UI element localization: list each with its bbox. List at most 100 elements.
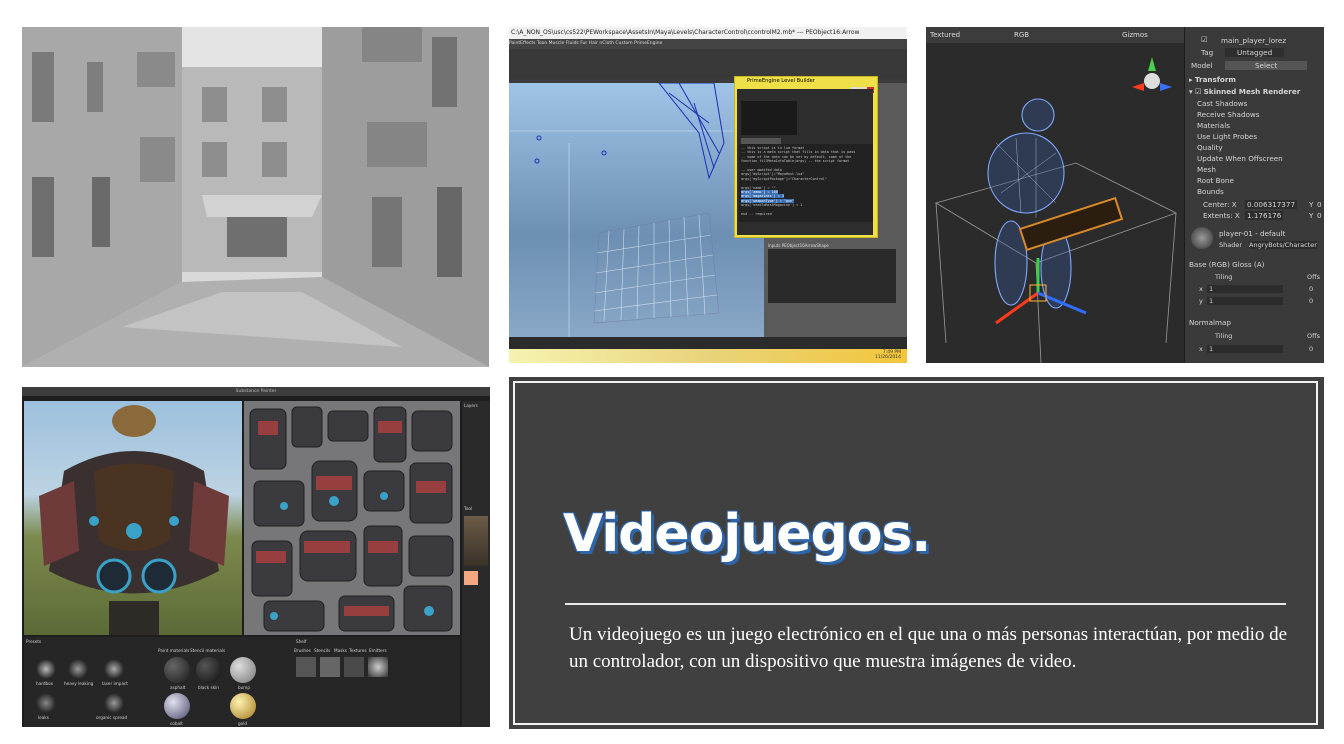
maya-viewport[interactable] xyxy=(509,82,764,337)
prop-quality: Quality xyxy=(1197,143,1223,152)
brush-preview[interactable] xyxy=(104,659,124,679)
normal-tiling-x-field[interactable]: 1 xyxy=(1207,345,1284,353)
windows-taskbar xyxy=(509,349,907,363)
presets-label: Presets xyxy=(26,639,42,644)
active-checkbox[interactable]: ☑ xyxy=(1201,35,1207,44)
material-tab-paint[interactable]: Paint materials xyxy=(158,648,189,653)
gizmos-dropdown[interactable]: Gizmos xyxy=(1122,31,1148,39)
server-list[interactable] xyxy=(741,101,797,135)
presets-and-shelf-panel: Presets Shelf Paint materials Stencil ma… xyxy=(24,637,460,727)
tiling-x-field[interactable]: 1 xyxy=(1207,285,1284,293)
normal-x-label: x xyxy=(1199,345,1203,353)
tool-label: Tool xyxy=(464,506,473,511)
channel-dropdown[interactable]: RGB xyxy=(1014,31,1029,39)
brush-label: leaks xyxy=(38,715,49,720)
shelf-label: Shelf xyxy=(296,639,307,644)
color-swatch[interactable] xyxy=(464,571,478,585)
material-tab-stencil[interactable]: Stencil materials xyxy=(190,648,225,653)
brush-label: heavy leaking xyxy=(64,681,94,686)
material-sphere-icon xyxy=(1191,227,1213,249)
base-texture-label: Base (RGB) Gloss (A) xyxy=(1189,260,1265,269)
lua-script-editor[interactable]: -- this script is in lua format -- this … xyxy=(739,144,873,222)
character-drawing xyxy=(39,405,229,635)
extents-y-field[interactable]: 0 xyxy=(1317,211,1322,220)
shader-label: Shader xyxy=(1219,241,1243,249)
offset-x-field[interactable]: 0 xyxy=(1309,285,1313,293)
scene-toolbar: Textured RGB Gizmos xyxy=(926,27,1184,43)
code-line: args['myScript']="MayaHost.lua" xyxy=(741,172,805,177)
prop-cast-shadows: Cast Shadows xyxy=(1197,99,1248,108)
uv-islands-drawing xyxy=(249,406,454,632)
shelf-tab-masks[interactable]: Masks xyxy=(334,648,347,653)
shelf-tab-brushes[interactable]: Brushes xyxy=(294,648,311,653)
normalmap-label: Normalmap xyxy=(1189,318,1231,327)
shelf-thumbnail[interactable] xyxy=(320,657,340,677)
material-ball[interactable] xyxy=(230,693,256,719)
code-line: args['ammo'] = 100 xyxy=(741,190,778,195)
transform-label: Transform xyxy=(1194,75,1236,84)
alley-render-drawing xyxy=(22,27,489,367)
center-y-field[interactable]: 0 xyxy=(1317,200,1322,209)
inspector-panel: ☑ main_player_lorez Tag Untagged Model S… xyxy=(1185,27,1324,363)
maya-menu-text: PaintEffects Toon Muscle Fluids Fur Hair… xyxy=(509,41,663,46)
normal-offset-x-field[interactable]: 0 xyxy=(1309,345,1313,353)
model-select-button[interactable]: Select xyxy=(1225,61,1308,70)
painted-character-viewport[interactable] xyxy=(24,401,242,635)
card-body-text: Un videojuego es un juego electrónico en… xyxy=(569,624,1288,672)
window-controls[interactable] xyxy=(851,78,875,93)
tag-dropdown[interactable]: Untagged xyxy=(1225,48,1285,57)
material-label: gold xyxy=(238,721,248,726)
prop-bounds: Bounds xyxy=(1197,187,1224,196)
layers-panel[interactable]: Layers Tool xyxy=(462,401,490,727)
shelf-tab-stencils[interactable]: Stencils xyxy=(314,648,330,653)
shader-dropdown[interactable]: AngryBots/Character xyxy=(1249,241,1317,249)
renderer-label: Skinned Mesh Renderer xyxy=(1203,87,1301,96)
maya-grid-drawing xyxy=(509,82,764,337)
material-label: black skin xyxy=(198,685,219,690)
tiling-y-field[interactable]: 1 xyxy=(1207,297,1284,305)
offset-y-field[interactable]: 0 xyxy=(1309,297,1313,305)
tag-label: Tag xyxy=(1201,48,1214,57)
transform-header[interactable]: ▸ Transform xyxy=(1189,75,1236,84)
renderer-header[interactable]: ▾ ☑ Skinned Mesh Renderer xyxy=(1189,87,1300,96)
shelf-thumbnail[interactable] xyxy=(368,657,388,677)
center-x-field[interactable]: 0.006317377 xyxy=(1245,200,1298,209)
brush-preview[interactable] xyxy=(36,659,56,679)
material-ball[interactable] xyxy=(230,657,256,683)
center-y-label: Y xyxy=(1309,200,1314,209)
scene-view[interactable] xyxy=(926,43,1184,363)
code-line: -- user modifed data xyxy=(741,168,782,173)
normal-tiling-label: Tiling xyxy=(1215,332,1233,340)
shelf-thumbnail[interactable] xyxy=(344,657,364,677)
brush-preview[interactable] xyxy=(68,659,88,679)
code-line: args['magazines'] = 3 xyxy=(741,194,784,199)
normal-offset-label: Offs xyxy=(1307,332,1320,340)
maya-menu-bar[interactable]: PaintEffects Toon Muscle Fluids Fur Hair… xyxy=(509,39,907,49)
tiling-label: Tiling xyxy=(1215,273,1233,281)
maya-title-text: C:\A_NON_OS\usc\cs522\PEWorkspace\Assets… xyxy=(511,29,860,36)
card-title: Videojuegos. xyxy=(563,504,931,564)
unity-screenshot: Textured RGB Gizmos ☑ main_player_lorez … xyxy=(926,27,1324,363)
shading-mode-dropdown[interactable]: Textured xyxy=(930,31,960,39)
material-ball[interactable] xyxy=(164,693,190,719)
shelf-tab-emitters[interactable]: Emitters xyxy=(369,648,387,653)
prop-mesh: Mesh xyxy=(1197,165,1216,174)
center-label: Center: X xyxy=(1203,200,1237,209)
x-label: x xyxy=(1199,285,1203,293)
maya-shelf xyxy=(509,49,907,79)
level-builder-dialog: PrimeEngine Level Builder -- this script… xyxy=(734,76,878,238)
material-ball[interactable] xyxy=(196,657,222,683)
material-ball[interactable] xyxy=(164,657,190,683)
code-line: end -- required xyxy=(741,212,772,217)
y-label: y xyxy=(1199,297,1203,305)
brush-preview[interactable] xyxy=(36,693,56,713)
uv-texture-view[interactable] xyxy=(244,401,460,635)
prop-materials[interactable]: Materials xyxy=(1197,121,1230,130)
channel-box-panel xyxy=(768,249,896,303)
extents-x-field[interactable]: 1.176176 xyxy=(1245,211,1284,220)
shelf-thumbnail[interactable] xyxy=(296,657,316,677)
object-name-field[interactable]: main_player_lorez xyxy=(1221,36,1286,45)
code-line: args['weaponType'] = "gun" xyxy=(741,198,795,203)
brush-preview[interactable] xyxy=(104,693,124,713)
shelf-tab-textures[interactable]: Textures xyxy=(349,648,367,653)
